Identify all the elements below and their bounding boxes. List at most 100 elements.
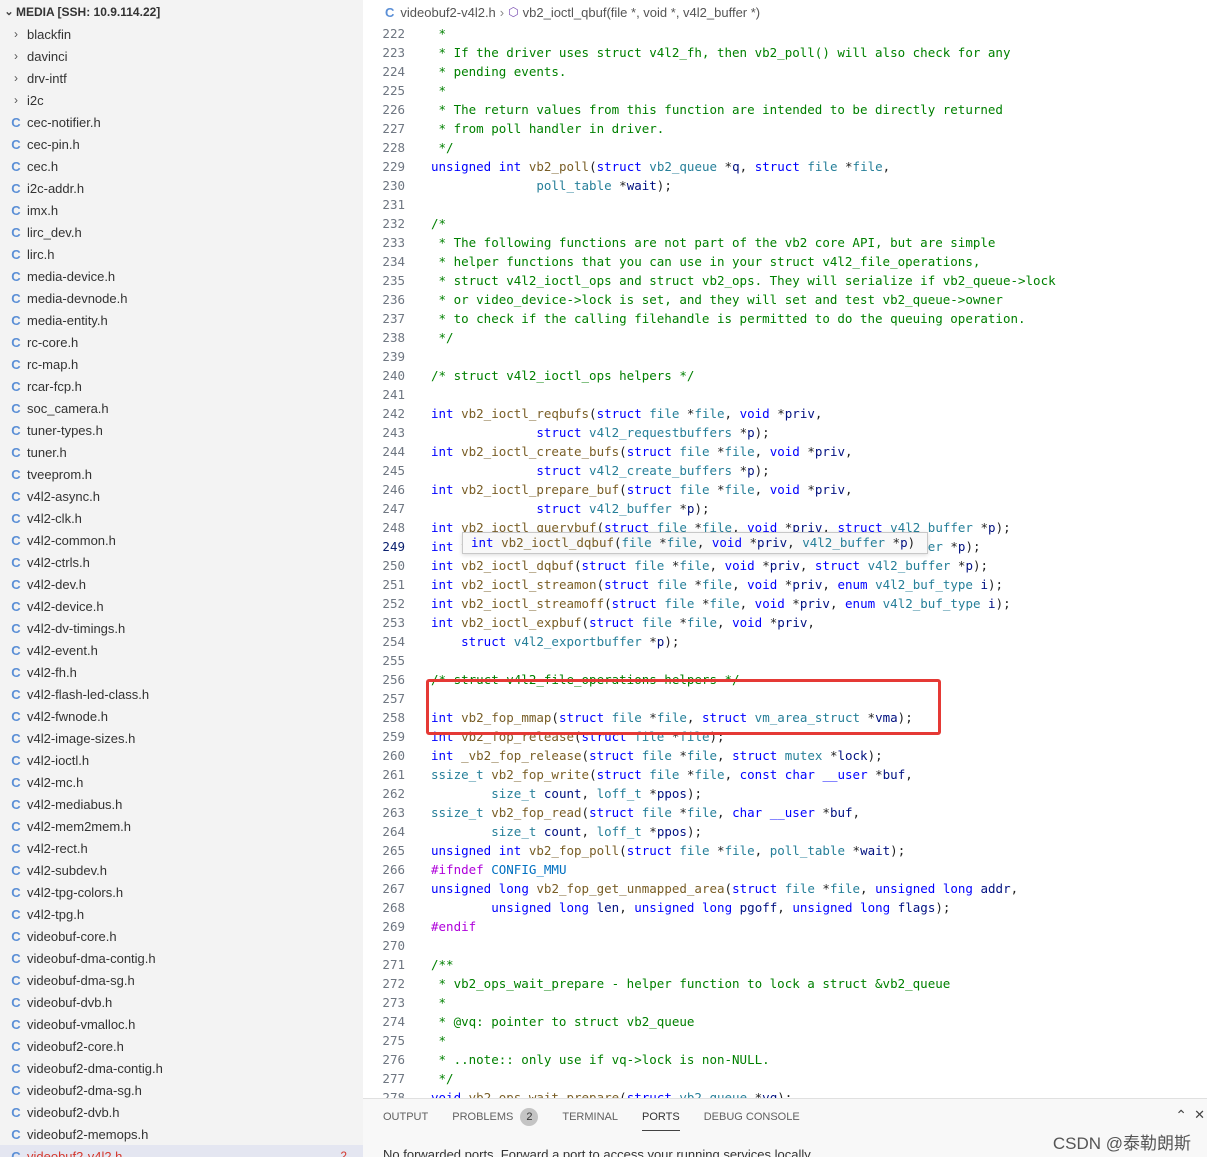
file-item[interactable]: Cvideobuf2-memops.h — [0, 1123, 363, 1145]
file-item[interactable]: Cvideobuf2-dma-contig.h — [0, 1057, 363, 1079]
file-item[interactable]: Cv4l2-ctrls.h — [0, 551, 363, 573]
code-line[interactable]: 278 void vb2_ops_wait_prepare(struct vb2_… — [363, 1088, 1207, 1098]
file-item[interactable]: Cv4l2-device.h — [0, 595, 363, 617]
file-item[interactable]: Cvideobuf-dma-sg.h — [0, 969, 363, 991]
file-item[interactable]: Cv4l2-mc.h — [0, 771, 363, 793]
file-item[interactable]: Cv4l2-dev.h — [0, 573, 363, 595]
file-item[interactable]: Cv4l2-clk.h — [0, 507, 363, 529]
file-item[interactable]: Cv4l2-fh.h — [0, 661, 363, 683]
file-item[interactable]: Cvideobuf2-dma-sg.h — [0, 1079, 363, 1101]
code-line[interactable]: 244 int vb2_ioctl_create_bufs(struct file… — [363, 442, 1207, 461]
file-item[interactable]: Cv4l2-mediabus.h — [0, 793, 363, 815]
code-line[interactable]: 270 — [363, 936, 1207, 955]
code-line[interactable]: 264 size_t count, loff_t *ppos); — [363, 822, 1207, 841]
code-line[interactable]: 228 */ — [363, 138, 1207, 157]
code-line[interactable]: 231 — [363, 195, 1207, 214]
folder-item[interactable]: › davinci — [0, 45, 363, 67]
file-item[interactable]: Cv4l2-subdev.h — [0, 859, 363, 881]
folder-item[interactable]: › blackfin — [0, 23, 363, 45]
tab-terminal[interactable]: TERMINAL — [562, 1099, 618, 1135]
tab-ports[interactable]: PORTS — [642, 1099, 680, 1135]
tab-output[interactable]: OUTPUT — [383, 1099, 428, 1135]
file-item[interactable]: Cv4l2-event.h — [0, 639, 363, 661]
code-line[interactable]: 239 — [363, 347, 1207, 366]
code-line[interactable]: 243 struct v4l2_requestbuffers *p); — [363, 423, 1207, 442]
code-line[interactable]: 247 struct v4l2_buffer *p); — [363, 499, 1207, 518]
folder-item[interactable]: › i2c — [0, 89, 363, 111]
code-line[interactable]: 261 ssize_t vb2_fop_write(struct file *fi… — [363, 765, 1207, 784]
file-item[interactable]: Cimx.h — [0, 199, 363, 221]
code-line[interactable]: 273 * — [363, 993, 1207, 1012]
file-item[interactable]: Clirc_dev.h — [0, 221, 363, 243]
code-line[interactable]: 269 #endif — [363, 917, 1207, 936]
file-item[interactable]: Cv4l2-common.h — [0, 529, 363, 551]
code-line[interactable]: 271 /** — [363, 955, 1207, 974]
code-line[interactable]: 236 * or video_device->lock is set, and … — [363, 290, 1207, 309]
code-line[interactable]: 268 unsigned long len, unsigned long pgo… — [363, 898, 1207, 917]
code-line[interactable]: 256 /* struct v4l2_file_operations helper… — [363, 670, 1207, 689]
file-item[interactable]: Cvideobuf2-core.h — [0, 1035, 363, 1057]
code-line[interactable]: 277 */ — [363, 1069, 1207, 1088]
code-line[interactable]: 253 int vb2_ioctl_expbuf(struct file *fil… — [363, 613, 1207, 632]
file-item[interactable]: Crcar-fcp.h — [0, 375, 363, 397]
code-line[interactable]: 257 — [363, 689, 1207, 708]
code-line[interactable]: 232 /* — [363, 214, 1207, 233]
code-line[interactable]: 240 /* struct v4l2_ioctl_ops helpers */ — [363, 366, 1207, 385]
file-item[interactable]: Crc-core.h — [0, 331, 363, 353]
code-line[interactable]: 252 int vb2_ioctl_streamoff(struct file *… — [363, 594, 1207, 613]
file-item[interactable]: Cv4l2-tpg-colors.h — [0, 881, 363, 903]
file-item[interactable]: Cv4l2-rect.h — [0, 837, 363, 859]
file-item[interactable]: Cv4l2-ioctl.h — [0, 749, 363, 771]
code-line[interactable]: 245 struct v4l2_create_buffers *p); — [363, 461, 1207, 480]
tab-debug-console[interactable]: DEBUG CONSOLE — [704, 1099, 800, 1135]
code-line[interactable]: 227 * from poll handler in driver. — [363, 119, 1207, 138]
file-item[interactable]: Ccec-pin.h — [0, 133, 363, 155]
code-line[interactable]: 233 * The following functions are not pa… — [363, 233, 1207, 252]
file-item[interactable]: Cvideobuf-vmalloc.h — [0, 1013, 363, 1035]
code-line[interactable]: 222 * — [363, 24, 1207, 43]
code-line[interactable]: 258 int vb2_fop_mmap(struct file *file, s… — [363, 708, 1207, 727]
breadcrumb-file[interactable]: videobuf2-v4l2.h — [400, 5, 495, 20]
file-item[interactable]: Clirc.h — [0, 243, 363, 265]
code-lines[interactable]: 222 * 223 * If the driver uses struct v4l… — [363, 24, 1207, 1098]
code-line[interactable]: 238 */ — [363, 328, 1207, 347]
file-item[interactable]: Crc-map.h — [0, 353, 363, 375]
file-item[interactable]: Cv4l2-fwnode.h — [0, 705, 363, 727]
code-line[interactable]: 260 int _vb2_fop_release(struct file *fil… — [363, 746, 1207, 765]
file-item[interactable]: Cv4l2-flash-led-class.h — [0, 683, 363, 705]
file-item[interactable]: Cv4l2-mem2mem.h — [0, 815, 363, 837]
code-line[interactable]: 254 struct v4l2_exportbuffer *p); — [363, 632, 1207, 651]
file-item[interactable]: Cmedia-entity.h — [0, 309, 363, 331]
code-line[interactable]: 250 int vb2_ioctl_dqbuf(struct file *file… — [363, 556, 1207, 575]
code-line[interactable]: 234 * helper functions that you can use … — [363, 252, 1207, 271]
file-item[interactable]: Csoc_camera.h — [0, 397, 363, 419]
code-line[interactable]: 235 * struct v4l2_ioctl_ops and struct v… — [363, 271, 1207, 290]
file-item[interactable]: Ctuner.h — [0, 441, 363, 463]
file-item[interactable]: Cv4l2-image-sizes.h — [0, 727, 363, 749]
file-item[interactable]: Cv4l2-dv-timings.h — [0, 617, 363, 639]
code-line[interactable]: 241 — [363, 385, 1207, 404]
close-icon[interactable]: ✕ — [1194, 1107, 1205, 1123]
code-line[interactable]: 229 unsigned int vb2_poll(struct vb2_queu… — [363, 157, 1207, 176]
tab-problems[interactable]: PROBLEMS 2 — [452, 1099, 539, 1135]
code-line[interactable]: 276 * ..note:: only use if vq->lock is n… — [363, 1050, 1207, 1069]
code-line[interactable]: 242 int vb2_ioctl_reqbufs(struct file *fi… — [363, 404, 1207, 423]
code-line[interactable]: 262 size_t count, loff_t *ppos); — [363, 784, 1207, 803]
code-line[interactable]: 275 * — [363, 1031, 1207, 1050]
code-line[interactable]: 223 * If the driver uses struct v4l2_fh,… — [363, 43, 1207, 62]
code-line[interactable]: 251 int vb2_ioctl_streamon(struct file *f… — [363, 575, 1207, 594]
file-item[interactable]: Cv4l2-tpg.h — [0, 903, 363, 925]
code-line[interactable]: 263 ssize_t vb2_fop_read(struct file *fil… — [363, 803, 1207, 822]
code-line[interactable]: 255 — [363, 651, 1207, 670]
file-item[interactable]: Cvideobuf2-v4l2.h 2 — [0, 1145, 363, 1157]
file-item[interactable]: Ctveeprom.h — [0, 463, 363, 485]
file-item[interactable]: Ccec-notifier.h — [0, 111, 363, 133]
file-item[interactable]: Cvideobuf-dvb.h — [0, 991, 363, 1013]
code-line[interactable]: 272 * vb2_ops_wait_prepare - helper func… — [363, 974, 1207, 993]
breadcrumb-symbol[interactable]: vb2_ioctl_qbuf(file *, void *, v4l2_buff… — [523, 5, 761, 20]
file-item[interactable]: Cvideobuf-core.h — [0, 925, 363, 947]
file-item[interactable]: Cvideobuf-dma-contig.h — [0, 947, 363, 969]
file-item[interactable]: Cmedia-device.h — [0, 265, 363, 287]
file-item[interactable]: Cmedia-devnode.h — [0, 287, 363, 309]
code-line[interactable]: 226 * The return values from this functi… — [363, 100, 1207, 119]
